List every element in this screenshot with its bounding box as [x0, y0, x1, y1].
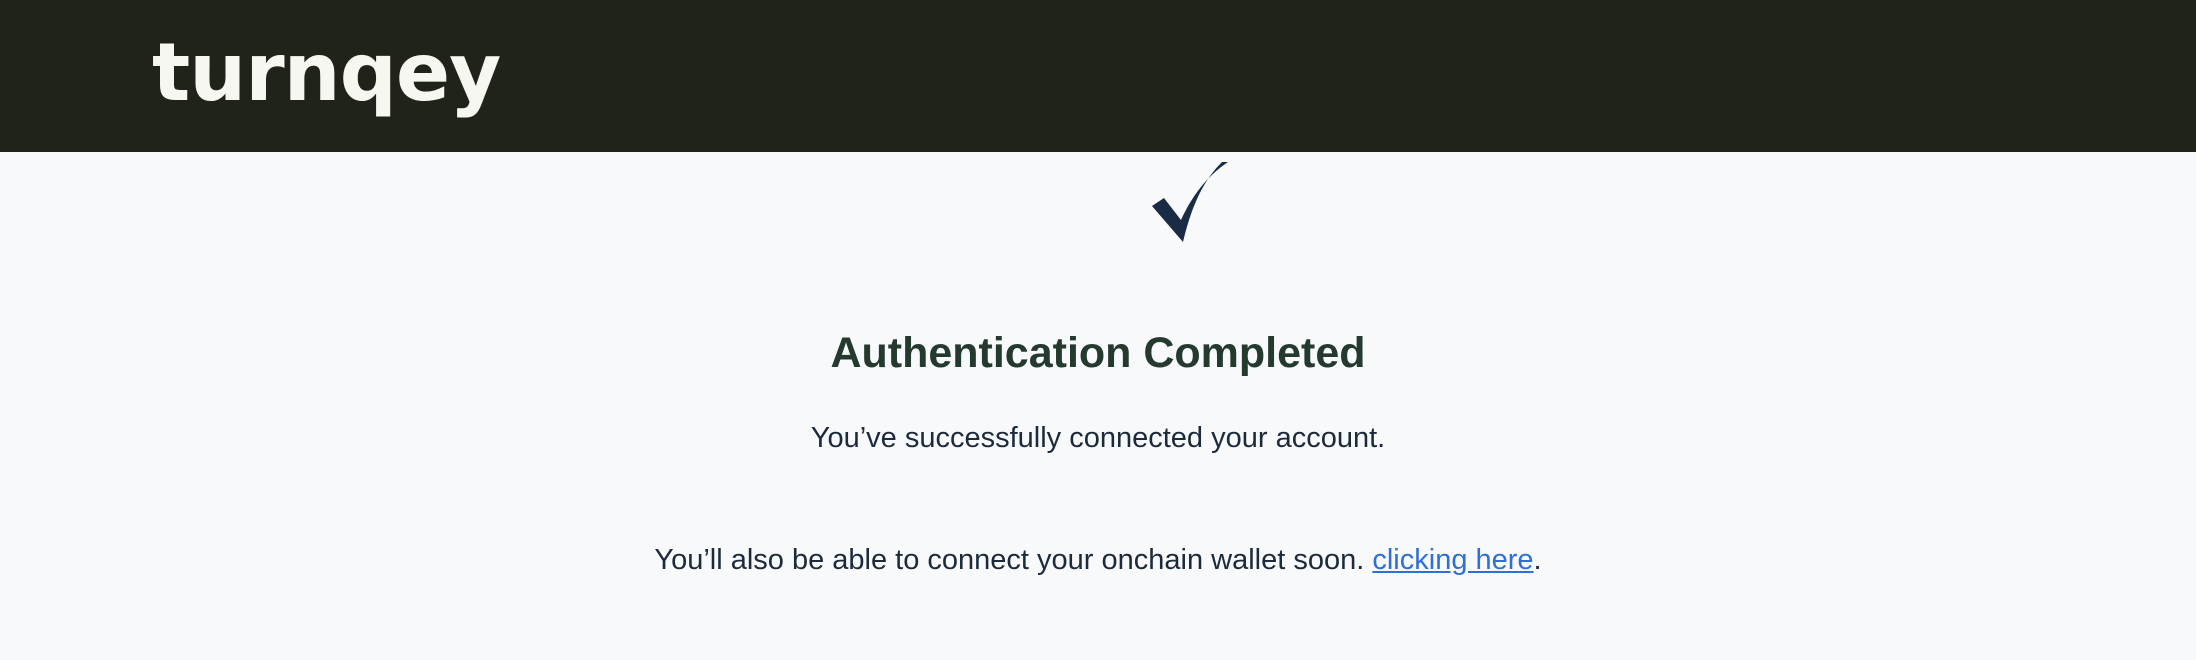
success-message: You’ve successfully connected your accou…	[810, 422, 1386, 454]
top-header: turnqey	[0, 0, 2196, 152]
checkmark-icon	[1152, 162, 1228, 242]
page-title: Authentication Completed	[830, 329, 1366, 377]
main-content: Authentication Completed You’ve successf…	[0, 152, 2196, 660]
wallet-note: You’ll also be able to connect your onch…	[0, 546, 2196, 575]
clicking-here-link[interactable]: clicking here	[1372, 544, 1533, 576]
wallet-note-text: You’ll also be able to connect your onch…	[654, 544, 1373, 576]
wallet-note-suffix: .	[1533, 544, 1542, 576]
brand-logo: turnqey	[152, 26, 501, 119]
